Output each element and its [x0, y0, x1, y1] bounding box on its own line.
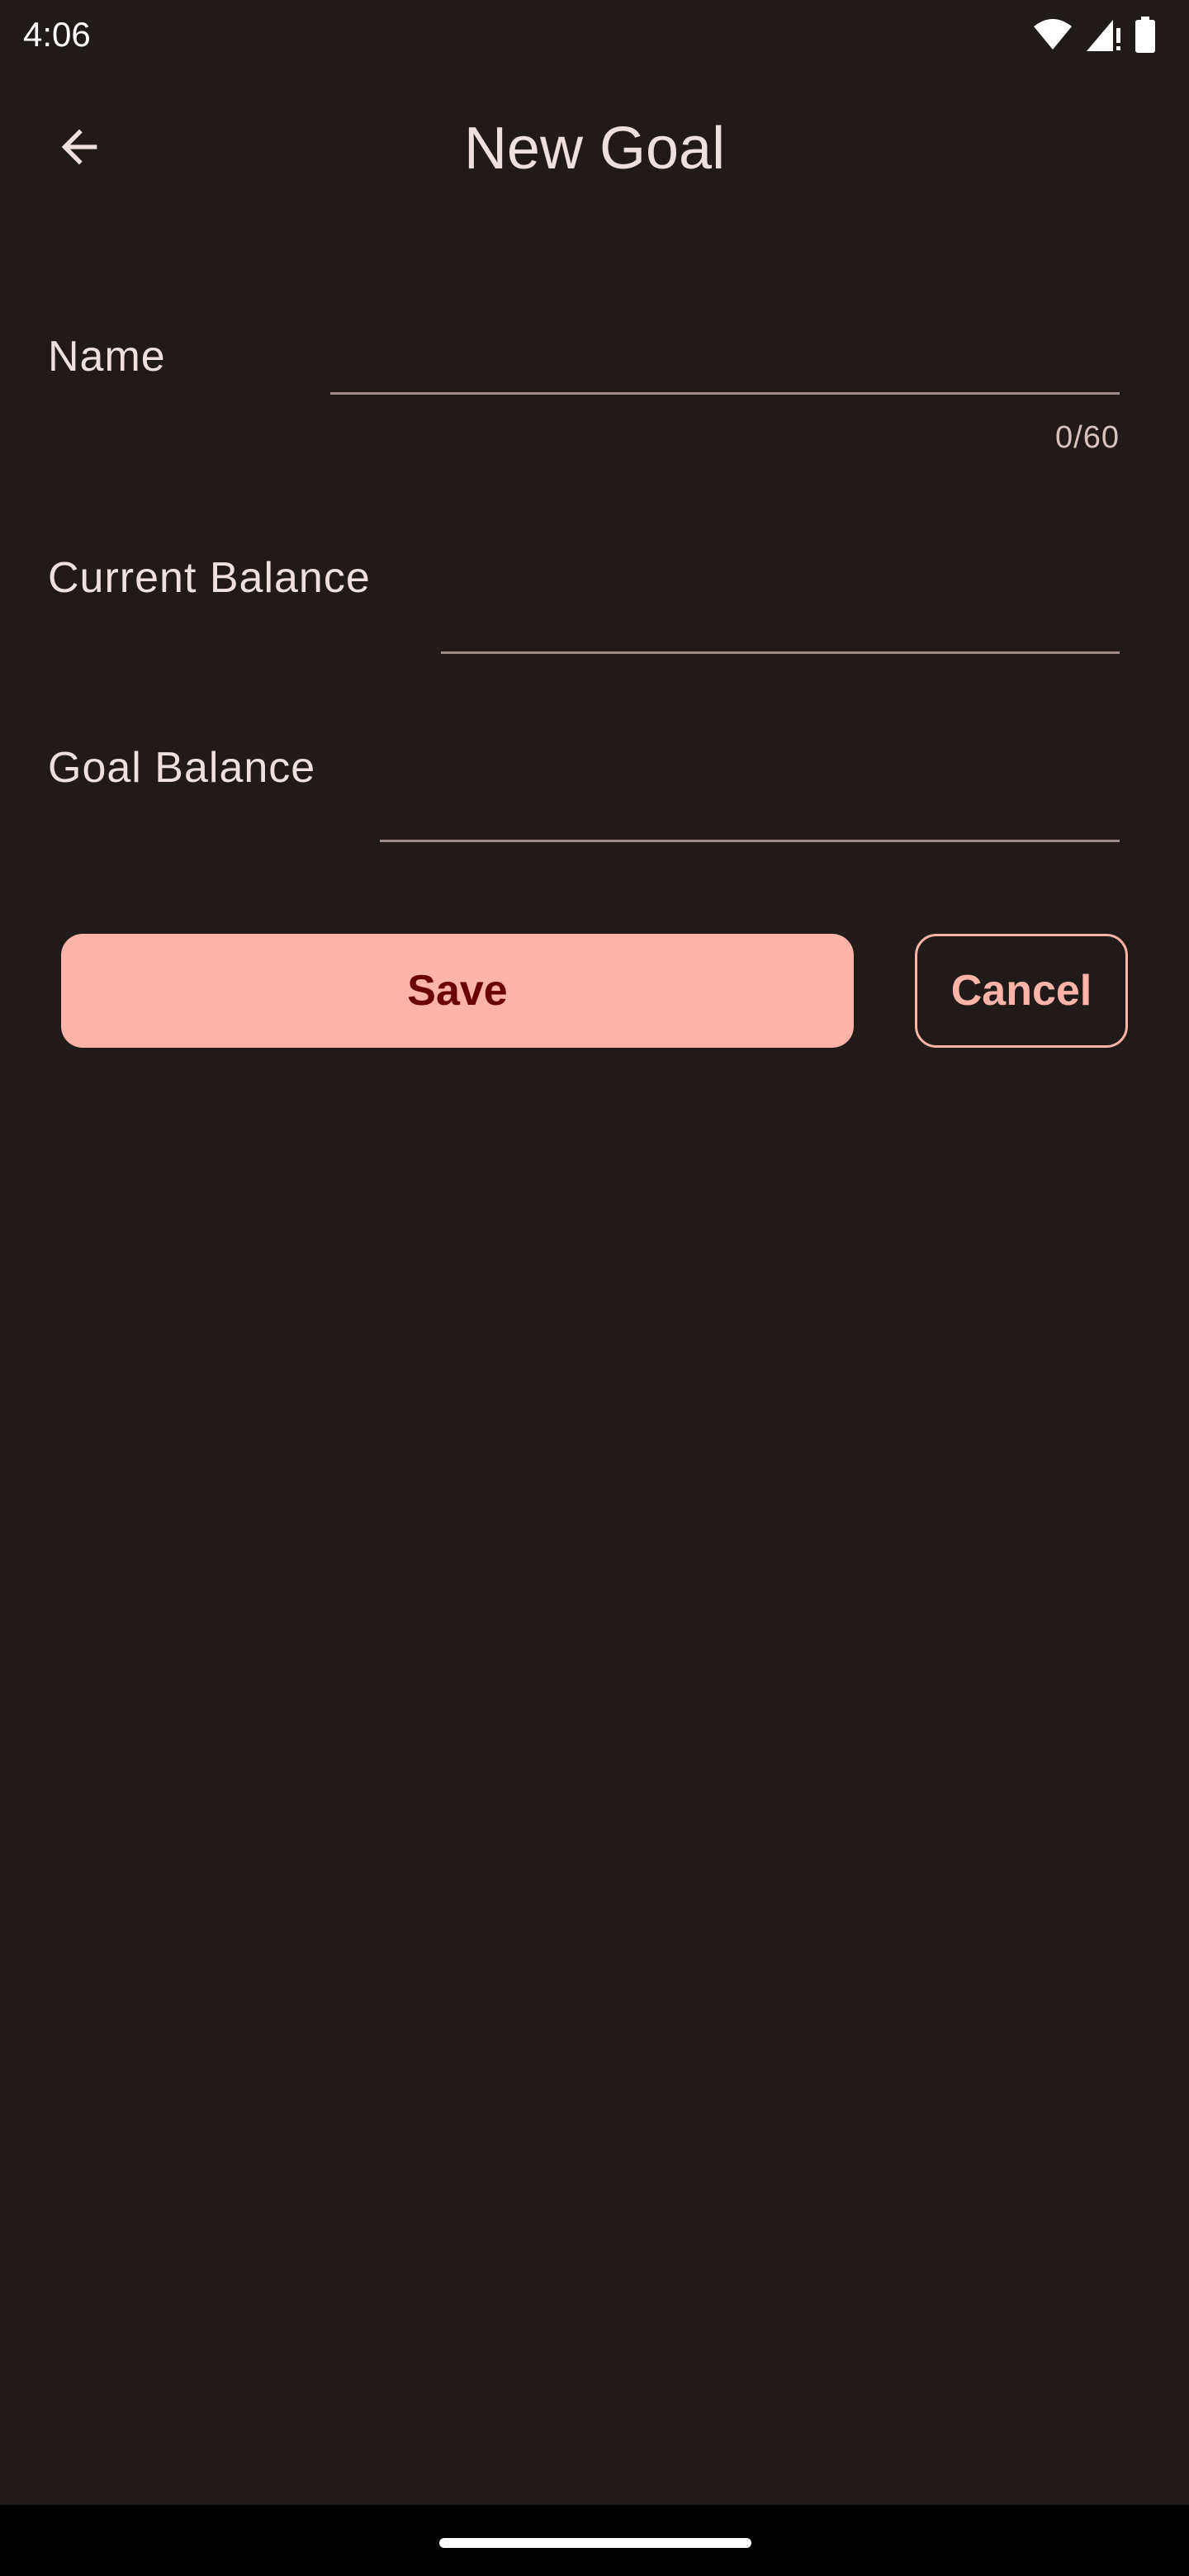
- name-input[interactable]: [330, 322, 1120, 395]
- status-bar: 4:06: [0, 0, 1189, 69]
- home-gesture-handle[interactable]: [439, 2538, 751, 2548]
- status-time: 4:06: [23, 15, 91, 54]
- cancel-button[interactable]: Cancel: [915, 934, 1128, 1048]
- current-balance-input[interactable]: [441, 581, 1120, 654]
- navigation-bar: [0, 2505, 1189, 2576]
- name-label: Name: [48, 333, 166, 381]
- name-character-counter: 0/60: [1055, 420, 1120, 455]
- signal-icon: [1085, 17, 1123, 53]
- page-title: New Goal: [463, 116, 726, 182]
- top-app-bar: New Goal: [0, 83, 1189, 215]
- battery-icon: [1135, 17, 1156, 53]
- goal-balance-label: Goal Balance: [48, 744, 316, 792]
- save-button[interactable]: Save: [61, 934, 854, 1048]
- goal-balance-input[interactable]: [380, 769, 1120, 842]
- current-balance-label: Current Balance: [48, 554, 371, 602]
- wifi-icon: [1032, 18, 1073, 51]
- status-icons: [1032, 15, 1156, 54]
